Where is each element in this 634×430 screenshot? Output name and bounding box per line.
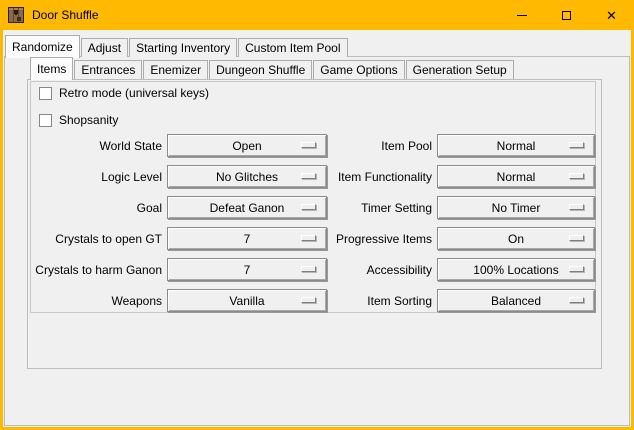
maximize-button[interactable] (544, 0, 589, 30)
item-sorting-value: Balanced (491, 294, 541, 308)
tab-generation-setup[interactable]: Generation Setup (406, 60, 514, 79)
minimize-icon (517, 15, 527, 16)
options-grid: World State Open Item Pool Normal Logic … (32, 134, 595, 312)
item-pool-value: Normal (497, 139, 536, 153)
progressive-items-label: Progressive Items (332, 232, 432, 246)
goal-label: Goal (32, 201, 162, 215)
window: Door Shuffle ✕ Randomize Adjust Starting… (0, 0, 634, 430)
accessibility-dropdown[interactable]: 100% Locations (437, 258, 595, 281)
logic-level-label: Logic Level (32, 170, 162, 184)
logic-level-dropdown[interactable]: No Glitches (167, 165, 327, 188)
timer-setting-dropdown[interactable]: No Timer (437, 196, 595, 219)
window-title: Door Shuffle (32, 8, 99, 22)
timer-setting-label: Timer Setting (332, 201, 432, 215)
crystals-open-gt-value: 7 (244, 232, 251, 246)
item-functionality-value: Normal (497, 170, 536, 184)
dropdown-indicator-icon (301, 204, 316, 210)
tab-randomize[interactable]: Randomize (5, 35, 80, 58)
dropdown-indicator-icon (301, 235, 316, 241)
goal-dropdown[interactable]: Defeat Ganon (167, 196, 327, 219)
item-functionality-dropdown[interactable]: Normal (437, 165, 595, 188)
timer-setting-value: No Timer (492, 201, 541, 215)
close-icon: ✕ (606, 9, 617, 22)
tab-items[interactable]: Items (30, 57, 73, 80)
dropdown-indicator-icon (301, 266, 316, 272)
progressive-items-dropdown[interactable]: On (437, 227, 595, 250)
dropdown-indicator-icon (569, 235, 584, 241)
crystals-harm-ganon-label: Crystals to harm Ganon (32, 263, 162, 277)
dropdown-indicator-icon (569, 142, 584, 148)
minimize-button[interactable] (499, 0, 544, 30)
items-options-frame: Retro mode (universal keys) Shopsanity W… (30, 81, 596, 313)
weapons-dropdown[interactable]: Vanilla (167, 289, 327, 312)
weapons-label: Weapons (32, 294, 162, 308)
item-sorting-label: Item Sorting (332, 294, 432, 308)
accessibility-value: 100% Locations (473, 263, 558, 277)
item-pool-label: Item Pool (332, 139, 432, 153)
caption-buttons: ✕ (499, 0, 634, 30)
dropdown-indicator-icon (301, 142, 316, 148)
client-area: Randomize Adjust Starting Inventory Cust… (3, 30, 631, 427)
retro-mode-checkbox[interactable] (39, 87, 52, 100)
close-button[interactable]: ✕ (589, 0, 634, 30)
shopsanity-checkbox-row[interactable]: Shopsanity (39, 113, 118, 127)
dropdown-indicator-icon (301, 297, 316, 303)
dropdown-indicator-icon (569, 297, 584, 303)
sub-tab-bar: Items Entrances Enemizer Dungeon Shuffle… (30, 56, 515, 79)
shopsanity-label: Shopsanity (59, 113, 118, 127)
dropdown-indicator-icon (569, 173, 584, 179)
weapons-value: Vanilla (229, 294, 264, 308)
dropdown-indicator-icon (301, 173, 316, 179)
titlebar[interactable]: Door Shuffle ✕ (0, 0, 634, 30)
dropdown-indicator-icon (569, 204, 584, 210)
tab-adjust[interactable]: Adjust (81, 38, 128, 57)
tab-enemizer[interactable]: Enemizer (143, 60, 208, 79)
tab-custom-item-pool[interactable]: Custom Item Pool (238, 38, 347, 57)
tab-game-options[interactable]: Game Options (313, 60, 404, 79)
dropdown-indicator-icon (569, 266, 584, 272)
door-icon (8, 7, 24, 23)
world-state-label: World State (32, 139, 162, 153)
crystals-open-gt-label: Crystals to open GT (32, 232, 162, 246)
tab-entrances[interactable]: Entrances (74, 60, 142, 79)
goal-value: Defeat Ganon (210, 201, 285, 215)
logic-level-value: No Glitches (216, 170, 278, 184)
main-tab-bar: Randomize Adjust Starting Inventory Cust… (5, 34, 349, 57)
shopsanity-checkbox[interactable] (39, 114, 52, 127)
item-functionality-label: Item Functionality (332, 170, 432, 184)
tab-starting-inventory[interactable]: Starting Inventory (129, 38, 237, 57)
retro-mode-label: Retro mode (universal keys) (59, 86, 209, 100)
item-pool-dropdown[interactable]: Normal (437, 134, 595, 157)
crystals-harm-ganon-dropdown[interactable]: 7 (167, 258, 327, 281)
progressive-items-value: On (508, 232, 524, 246)
accessibility-label: Accessibility (332, 263, 432, 277)
maximize-icon (562, 11, 571, 20)
tab-dungeon-shuffle[interactable]: Dungeon Shuffle (209, 60, 312, 79)
item-sorting-dropdown[interactable]: Balanced (437, 289, 595, 312)
crystals-open-gt-dropdown[interactable]: 7 (167, 227, 327, 250)
world-state-dropdown[interactable]: Open (167, 134, 327, 157)
world-state-value: Open (232, 139, 261, 153)
crystals-harm-ganon-value: 7 (244, 263, 251, 277)
retro-mode-checkbox-row[interactable]: Retro mode (universal keys) (39, 86, 209, 100)
